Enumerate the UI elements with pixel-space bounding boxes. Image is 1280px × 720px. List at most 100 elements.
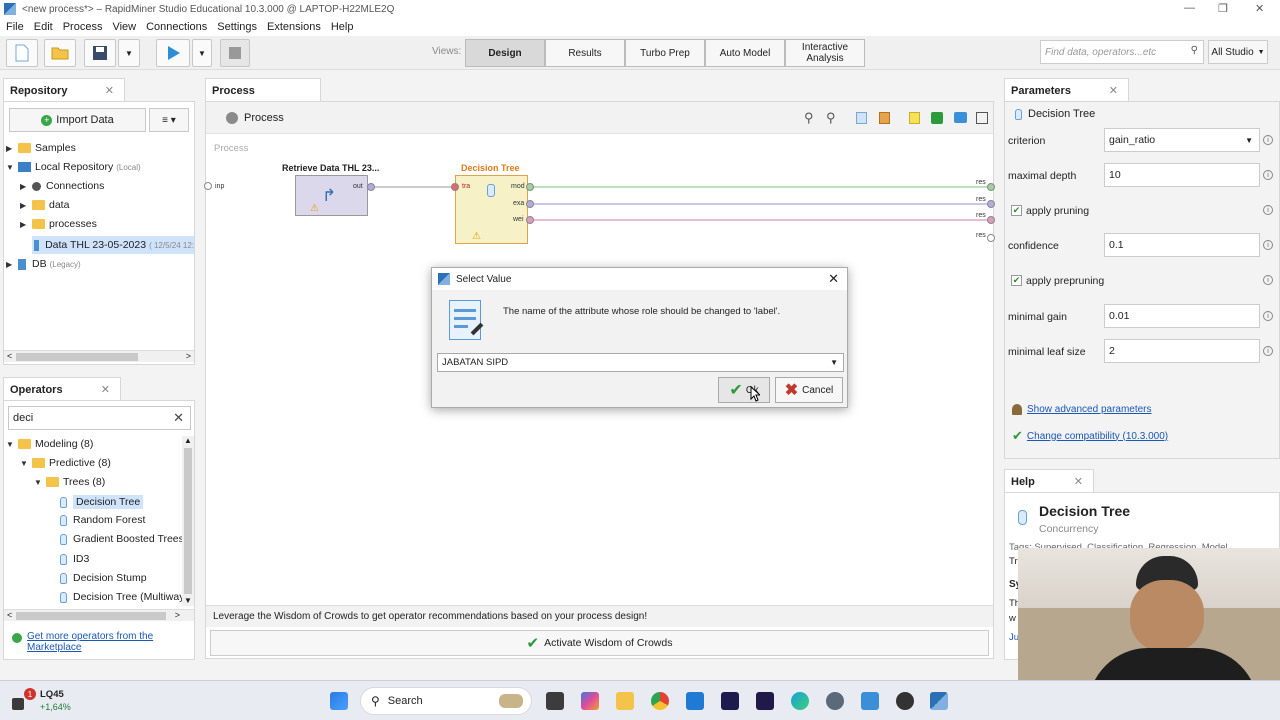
view-design-tab[interactable]: Design xyxy=(465,39,545,67)
repository-menu-button[interactable]: ≡ ▾ xyxy=(149,108,189,132)
exa-port[interactable] xyxy=(526,200,534,208)
taskbar-search[interactable]: ⚲ Search xyxy=(360,687,532,715)
close-icon[interactable]: ✕ xyxy=(1109,84,1118,97)
criterion-select[interactable]: gain_ratio ▼ xyxy=(1104,128,1260,152)
res-port[interactable] xyxy=(987,216,995,224)
menu-settings[interactable]: Settings xyxy=(217,21,257,33)
scroll-right-icon[interactable]: > xyxy=(186,351,191,361)
premiere-icon[interactable] xyxy=(721,692,739,710)
scroll-left-icon[interactable]: < xyxy=(7,351,12,361)
tab-operators[interactable]: Operators ✕ xyxy=(3,377,121,401)
windows-start-icon[interactable] xyxy=(330,692,348,710)
close-icon[interactable]: ✕ xyxy=(101,383,110,396)
file-explorer-icon[interactable] xyxy=(616,692,634,710)
mod-port[interactable] xyxy=(526,183,534,191)
view-auto-model-tab[interactable]: Auto Model xyxy=(705,39,785,67)
tree-item-db[interactable]: ▶ DB (Legacy) xyxy=(6,258,81,270)
operator-search-input[interactable]: deci ✕ xyxy=(8,406,191,430)
edge-icon[interactable] xyxy=(791,692,809,710)
tree-item-data[interactable]: ▶ data xyxy=(20,199,69,211)
retrieve-operator[interactable]: ↱ ⚠ out xyxy=(295,175,368,216)
menu-connections[interactable]: Connections xyxy=(146,21,207,33)
res-port[interactable] xyxy=(987,183,995,191)
paste-icon[interactable] xyxy=(879,112,890,124)
activate-wisdom-button[interactable]: ✔ Activate Wisdom of Crowds xyxy=(210,630,989,656)
open-button[interactable] xyxy=(44,39,76,67)
scroll-down-icon[interactable]: ▼ xyxy=(184,596,192,605)
scroll-thumb[interactable] xyxy=(184,448,192,594)
breadcrumb[interactable]: Process xyxy=(244,112,284,124)
ok-button[interactable]: ✔ Ok xyxy=(718,377,770,403)
operator-id3[interactable]: ID3 xyxy=(60,553,89,565)
scroll-right-icon[interactable]: > xyxy=(175,610,180,620)
tree-item-modeling[interactable]: ▼ Modeling (8) xyxy=(6,438,93,450)
input-port[interactable] xyxy=(204,182,212,190)
operators-scrollbar[interactable]: ▲ ▼ xyxy=(182,436,194,606)
scroll-up-icon[interactable]: ▲ xyxy=(184,436,192,445)
wei-port[interactable] xyxy=(526,216,534,224)
maximize-button[interactable]: ❐ xyxy=(1218,2,1228,15)
rapidminer-taskbar-icon[interactable] xyxy=(930,692,948,710)
copilot-icon[interactable] xyxy=(581,692,599,710)
layout-icon[interactable] xyxy=(954,112,967,123)
minimal-gain-input[interactable]: 0.01 xyxy=(1104,304,1260,328)
notepad-icon[interactable] xyxy=(861,692,879,710)
tree-item-local-repository[interactable]: ▼ Local Repository (Local) xyxy=(6,161,141,173)
chrome-icon[interactable] xyxy=(651,692,669,710)
tree-item-data-thl[interactable]: Data THL 23-05-2023( 12/5/24 12: xyxy=(32,236,194,254)
info-icon[interactable]: i xyxy=(1263,170,1273,180)
show-advanced-link[interactable]: Show advanced parameters xyxy=(1027,404,1152,415)
view-turbo-prep-tab[interactable]: Turbo Prep xyxy=(625,39,705,67)
apply-pruning-checkbox[interactable]: ✔ xyxy=(1011,205,1022,216)
tree-item-predictive[interactable]: ▼ Predictive (8) xyxy=(20,457,111,469)
tab-process[interactable]: Process xyxy=(205,78,321,102)
run-button[interactable] xyxy=(156,39,190,67)
scroll-thumb[interactable] xyxy=(16,353,138,361)
perspective-dropdown[interactable]: All Studio ▼ xyxy=(1208,40,1268,64)
audition-icon[interactable] xyxy=(756,692,774,710)
stock-widget[interactable]: 1 LQ45 +1,64% xyxy=(12,688,72,716)
close-icon[interactable]: ✕ xyxy=(105,84,114,97)
view-interactive-analysis-tab[interactable]: Interactive Analysis xyxy=(785,39,865,67)
repository-scrollbar[interactable]: < > xyxy=(4,350,194,362)
tab-repository[interactable]: Repository ✕ xyxy=(3,78,125,102)
tree-item-connections[interactable]: ▶ Connections xyxy=(20,180,104,192)
info-icon[interactable]: i xyxy=(1263,240,1273,250)
fit-icon[interactable] xyxy=(976,112,988,124)
info-icon[interactable]: i xyxy=(1263,275,1273,285)
vscode-icon[interactable] xyxy=(686,692,704,710)
info-icon[interactable]: i xyxy=(1263,311,1273,321)
clear-icon[interactable]: ✕ xyxy=(173,410,184,426)
save-dropdown[interactable]: ▼ xyxy=(118,39,140,67)
zoom-in-icon[interactable]: ⚲ xyxy=(804,110,814,126)
minimal-leaf-size-input[interactable]: 2 xyxy=(1104,339,1260,363)
scroll-left-icon[interactable]: < xyxy=(7,610,12,620)
change-compat-link[interactable]: Change compatibility (10.3.000) xyxy=(1027,431,1168,442)
menu-edit[interactable]: Edit xyxy=(34,21,53,33)
res-port[interactable] xyxy=(987,234,995,242)
info-icon[interactable]: i xyxy=(1263,346,1273,356)
menu-extensions[interactable]: Extensions xyxy=(267,21,321,33)
settings-gear-icon[interactable] xyxy=(826,692,844,710)
res-port[interactable] xyxy=(987,200,995,208)
operators-h-scrollbar[interactable]: < > xyxy=(4,609,194,621)
zoom-out-icon[interactable]: ⚲ xyxy=(826,110,836,126)
copy-icon[interactable] xyxy=(856,112,867,124)
save-button[interactable] xyxy=(84,39,116,67)
menu-process[interactable]: Process xyxy=(63,21,103,33)
stop-button[interactable] xyxy=(220,39,250,67)
note-icon[interactable] xyxy=(909,112,920,124)
decision-tree-operator[interactable]: ⚠ tra mod exa wei xyxy=(455,175,528,244)
run-dropdown[interactable]: ▼ xyxy=(192,39,212,67)
operator-decision-tree[interactable]: Decision Tree xyxy=(60,495,144,509)
global-search-input[interactable]: Find data, operators...etc ⚲ xyxy=(1040,40,1204,64)
scroll-thumb[interactable] xyxy=(16,612,166,620)
tree-item-samples[interactable]: ▶ Samples xyxy=(6,142,76,154)
close-button[interactable]: ✕ xyxy=(1255,2,1264,15)
auto-wire-icon[interactable] xyxy=(931,112,943,124)
tree-item-trees[interactable]: ▼ Trees (8) xyxy=(34,476,105,488)
operator-decision-stump[interactable]: Decision Stump xyxy=(60,572,147,584)
minimize-button[interactable]: — xyxy=(1184,2,1195,14)
attribute-select[interactable]: JABATAN SIPD ▼ xyxy=(437,353,844,372)
apply-prepruning-checkbox[interactable]: ✔ xyxy=(1011,275,1022,286)
